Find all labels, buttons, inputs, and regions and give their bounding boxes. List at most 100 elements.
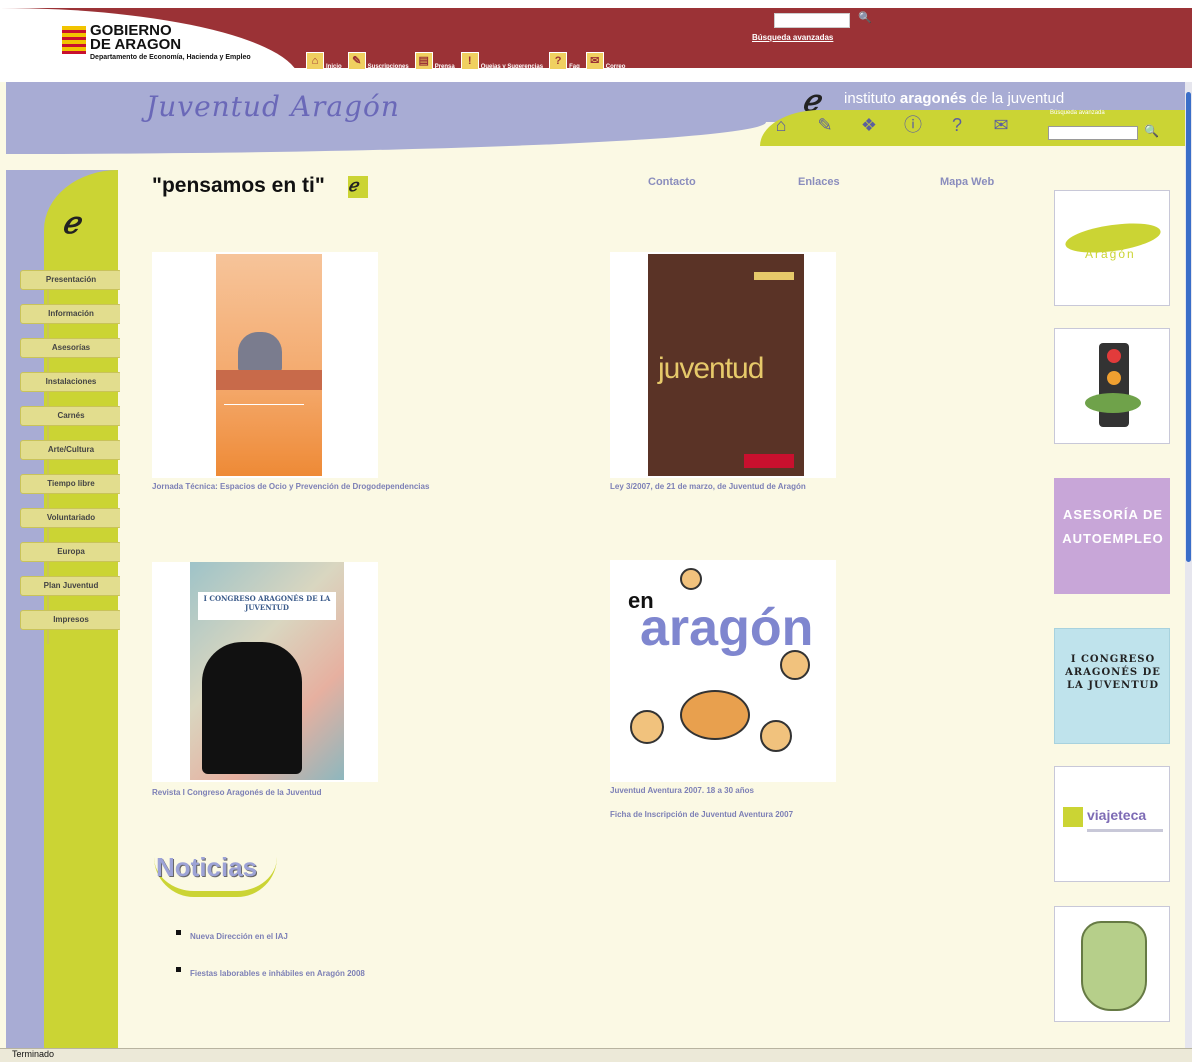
featured-caption-1[interactable]: Jornada Técnica: Espacios de Ocio y Prev…	[152, 482, 429, 491]
nav-arte-cultura[interactable]: Arte/Cultura	[20, 440, 122, 474]
viajeteca-logo-icon	[1063, 807, 1083, 827]
silhouette-figures	[202, 642, 302, 774]
alert-icon[interactable]: ⓘ	[902, 114, 924, 136]
congreso-banner[interactable]: I CONGRESO ARAGONÉS DE LA JUVENTUD	[1054, 628, 1170, 744]
nav-informacion[interactable]: Información	[20, 304, 122, 338]
subscribe-icon: ✎	[347, 52, 366, 70]
nav-carnes[interactable]: Carnés	[20, 406, 122, 440]
list-item: Nueva Dirección en el IAJ	[174, 926, 434, 945]
scrollbar-thumb[interactable]	[1186, 92, 1191, 562]
contacto-link[interactable]: Contacto	[648, 176, 696, 188]
top-nav: ⌂ Inicio ✎ Suscripciones ▤ Prensa ! Quejas y…	[306, 52, 625, 70]
top-nav-inicio[interactable]: ⌂ Inicio	[306, 52, 342, 70]
header-icon-bar: ⌂ ✎ ❖ ⓘ ? ✉	[770, 114, 1012, 136]
top-nav-label: Quejas y Sugerencias	[480, 64, 544, 70]
juventud-aragon-banner[interactable]: Aragón	[1054, 190, 1170, 306]
banner-text: Aragón	[1085, 247, 1136, 261]
top-nav-label: Correo	[605, 64, 626, 70]
department-name: Departamento de Economía, Hacienda y Emp…	[90, 54, 251, 61]
cartoon-kid	[780, 650, 810, 680]
enlaces-link[interactable]: Enlaces	[798, 176, 840, 188]
jornada-tecnica-cover-image[interactable]	[152, 252, 378, 478]
red-light	[1107, 349, 1121, 363]
question-icon: ?	[549, 52, 568, 70]
header-search-input[interactable]	[1048, 126, 1138, 140]
mapa-web-link[interactable]: Mapa Web	[940, 176, 994, 188]
cover-ledge	[216, 370, 322, 390]
swirl-icon: ℯ	[348, 176, 368, 198]
top-nav-label: Faq	[569, 64, 580, 70]
pencil-icon[interactable]: ✎	[814, 114, 836, 136]
search-icon[interactable]: 🔍	[1144, 124, 1159, 138]
cover-band: I CONGRESO ARAGONÉS DE LA JUVENTUD	[198, 592, 336, 620]
top-nav-faq[interactable]: ? Faq	[549, 52, 580, 70]
cover-word-aragon: aragón	[640, 599, 814, 657]
press-icon: ▤	[414, 52, 433, 70]
mail-icon: ✉	[585, 52, 604, 70]
iaj-name[interactable]: instituto aragonés de la juventud	[844, 90, 1064, 107]
traffic-light-banner[interactable]	[1054, 328, 1170, 444]
top-nav-suscripciones[interactable]: ✎ Suscripciones	[347, 52, 409, 70]
home-icon: ⌂	[306, 52, 324, 70]
ley-juventud-cover-image[interactable]: juventud	[610, 252, 836, 478]
left-nav: Presentación Información Asesorías Insta…	[20, 270, 122, 644]
status-bar	[0, 1048, 1192, 1062]
brown-cover: juventud	[648, 254, 804, 476]
top-nav-quejas[interactable]: ! Quejas y Sugerencias	[460, 52, 544, 70]
slogan: "pensamos en ti"	[152, 174, 325, 197]
nav-impresos[interactable]: Impresos	[20, 610, 122, 644]
nav-tiempo-libre[interactable]: Tiempo libre	[20, 474, 122, 508]
nav-presentacion[interactable]: Presentación	[20, 270, 122, 304]
book-icon[interactable]: ❖	[858, 114, 880, 136]
congress-cover: I CONGRESO ARAGONÉS DE LA JUVENTUD	[190, 562, 344, 780]
nav-instalaciones[interactable]: Instalaciones	[20, 372, 122, 406]
cartoon-horse	[680, 690, 750, 740]
government-name-line2: DE ARAGON	[90, 36, 182, 53]
list-item: Fiestas laborables e inhábiles en Aragón…	[174, 963, 434, 982]
aragon-flag-icon	[62, 26, 86, 54]
top-nav-label: Suscripciones	[367, 64, 409, 70]
featured-caption-2[interactable]: Ley 3/2007, de 21 de marzo, de Juventud …	[610, 482, 806, 491]
top-nav-correo[interactable]: ✉ Correo	[585, 52, 626, 70]
iaj-suffix: de la juventud	[970, 90, 1065, 107]
cover-word-juventud: juventud	[658, 352, 764, 385]
top-search-input[interactable]	[774, 13, 850, 28]
news-list: Nueva Dirección en el IAJ Fiestas labora…	[174, 926, 434, 1000]
asesoria-autoempleo-banner[interactable]: ASESORÍA DE AUTOEMPLEO	[1054, 478, 1170, 594]
nav-asesorias[interactable]: Asesorías	[20, 338, 122, 372]
government-name[interactable]: GOBIERNO DE ARAGON	[90, 23, 182, 53]
top-nav-prensa[interactable]: ▤ Prensa	[414, 52, 455, 70]
exclamation-icon: !	[460, 52, 479, 70]
nav-plan-juventud[interactable]: Plan Juventud	[20, 576, 122, 610]
nav-europa[interactable]: Europa	[20, 542, 122, 576]
juventud-aventura-cover-image[interactable]: en aragón	[610, 560, 836, 782]
swirl-logo-icon: ℯ	[62, 206, 80, 241]
character-banner[interactable]	[1054, 906, 1170, 1022]
character-illustration	[1081, 921, 1147, 1011]
question-icon[interactable]: ?	[946, 114, 968, 136]
cover-text-block	[224, 404, 304, 440]
featured-caption-4b[interactable]: Ficha de Inscripción de Juventud Aventur…	[610, 810, 793, 819]
top-nav-label: Prensa	[434, 64, 455, 70]
news-link[interactable]: Nueva Dirección en el IAJ	[190, 932, 288, 941]
featured-caption-3[interactable]: Revista I Congreso Aragonés de la Juvent…	[152, 788, 322, 797]
search-icon[interactable]: 🔍	[858, 12, 872, 24]
news-link[interactable]: Fiestas laborables e inhábiles en Aragón…	[190, 969, 365, 978]
amber-light	[1107, 371, 1121, 385]
status-text: Terminado	[12, 1049, 55, 1059]
orange-cover	[216, 254, 322, 476]
advanced-search-link[interactable]: Búsqueda avanzadas	[752, 33, 833, 42]
header-search-label[interactable]: Búsqueda avanzada	[1050, 110, 1105, 116]
iaj-prefix: instituto	[844, 90, 896, 107]
featured-caption-4[interactable]: Juventud Aventura 2007. 18 a 30 años	[610, 786, 754, 795]
site-title[interactable]: Juventud Aragón	[146, 90, 400, 123]
home-icon[interactable]: ⌂	[770, 114, 792, 136]
nav-voluntariado[interactable]: Voluntariado	[20, 508, 122, 542]
viajeteca-banner[interactable]: viajeteca	[1054, 766, 1170, 882]
congreso-cover-image[interactable]: I CONGRESO ARAGONÉS DE LA JUVENTUD	[152, 562, 378, 782]
banner-subline	[1087, 829, 1163, 832]
cover-tag	[754, 272, 794, 280]
envelope-icon[interactable]: ✉	[990, 114, 1012, 136]
cartoon-kid	[680, 568, 702, 590]
children-illustration	[238, 332, 282, 372]
